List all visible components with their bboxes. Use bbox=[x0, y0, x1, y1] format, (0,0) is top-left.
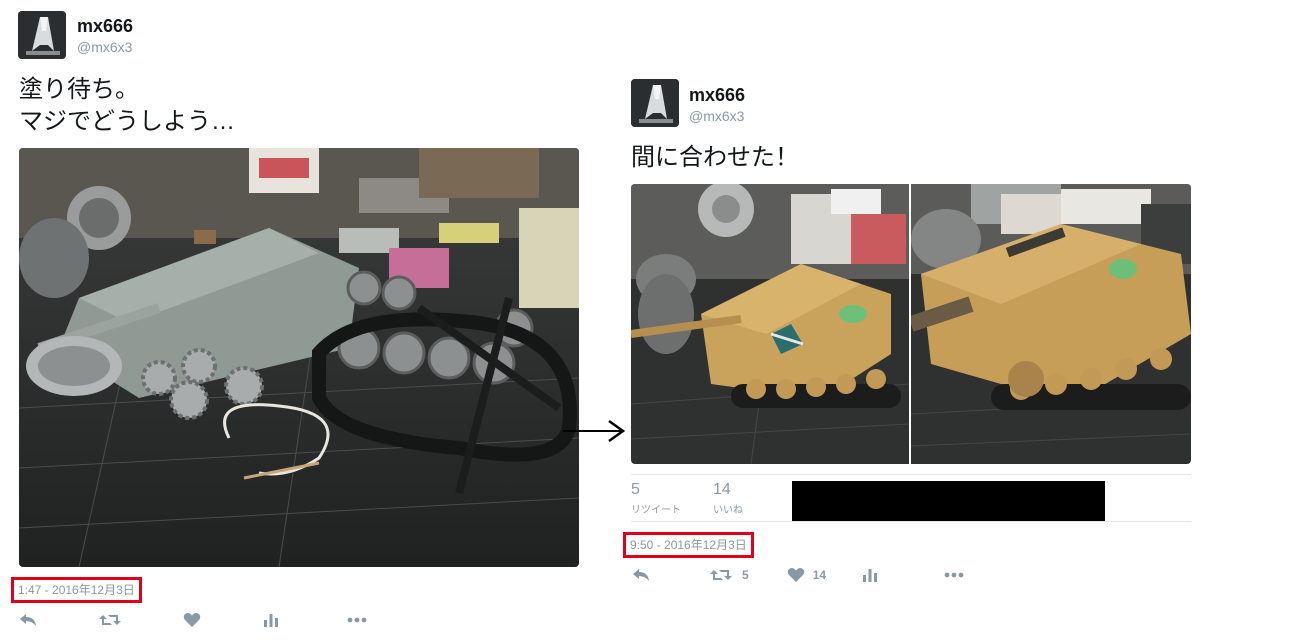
more-button[interactable] bbox=[347, 617, 367, 623]
retweet-button[interactable] bbox=[99, 612, 121, 628]
right-analytics-button[interactable] bbox=[862, 567, 878, 583]
left-tweet-text: 塗り待ち。 マジでどうしよう… bbox=[19, 76, 235, 135]
stats-bottom-divider bbox=[631, 521, 1191, 522]
analytics-button[interactable] bbox=[263, 612, 279, 628]
right-tweet-actions: 5 14 bbox=[632, 567, 964, 583]
left-author-name[interactable]: mx666 bbox=[77, 16, 133, 37]
right-author-handle[interactable]: @mx6x3 bbox=[689, 108, 744, 124]
more-icon bbox=[944, 572, 964, 578]
stats-top-divider bbox=[631, 474, 1191, 475]
right-tweet-photo-1[interactable] bbox=[631, 184, 909, 464]
retweet-icon bbox=[99, 612, 121, 628]
like-action-count: 14 bbox=[812, 568, 827, 582]
analytics-icon bbox=[862, 567, 878, 583]
retweet-stat[interactable]: 5 リツイート bbox=[631, 481, 681, 516]
like-stat-label: いいね bbox=[713, 505, 743, 516]
right-like-button[interactable]: 14 bbox=[787, 567, 826, 583]
right-tweet-text: 間に合わせた！ bbox=[631, 144, 799, 171]
right-more-button[interactable] bbox=[944, 572, 964, 578]
like-icon bbox=[183, 612, 201, 628]
reply-button[interactable] bbox=[19, 612, 37, 628]
retweet-icon bbox=[710, 567, 732, 583]
more-icon bbox=[347, 617, 367, 623]
right-reply-button[interactable] bbox=[632, 567, 650, 583]
left-tweet-actions bbox=[19, 612, 367, 628]
redacted-avatars-bar bbox=[792, 481, 1105, 521]
like-button[interactable] bbox=[183, 612, 201, 628]
reply-icon bbox=[19, 612, 37, 628]
like-stat-count: 14 bbox=[713, 481, 731, 498]
like-icon bbox=[787, 567, 805, 583]
arrow-right-icon bbox=[561, 419, 627, 448]
left-author-avatar[interactable] bbox=[18, 11, 66, 59]
right-author-avatar[interactable] bbox=[631, 79, 679, 127]
reply-icon bbox=[632, 567, 650, 583]
left-author-handle[interactable]: @mx6x3 bbox=[77, 39, 132, 55]
right-author-name[interactable]: mx666 bbox=[689, 85, 745, 106]
retweet-stat-count: 5 bbox=[631, 481, 640, 498]
left-tweet-photo[interactable] bbox=[19, 148, 579, 567]
retweet-stat-label: リツイート bbox=[631, 505, 681, 516]
analytics-icon bbox=[263, 612, 279, 628]
retweet-action-count: 5 bbox=[742, 568, 749, 582]
right-retweet-button[interactable]: 5 bbox=[710, 567, 749, 583]
right-tweet-photo-2[interactable] bbox=[911, 184, 1191, 464]
right-tweet-timestamp[interactable]: 9:50 - 2016年12月3日 bbox=[623, 532, 754, 558]
like-stat[interactable]: 14 いいね bbox=[713, 481, 743, 516]
left-tweet-timestamp[interactable]: 1:47 - 2016年12月3日 bbox=[11, 577, 142, 603]
